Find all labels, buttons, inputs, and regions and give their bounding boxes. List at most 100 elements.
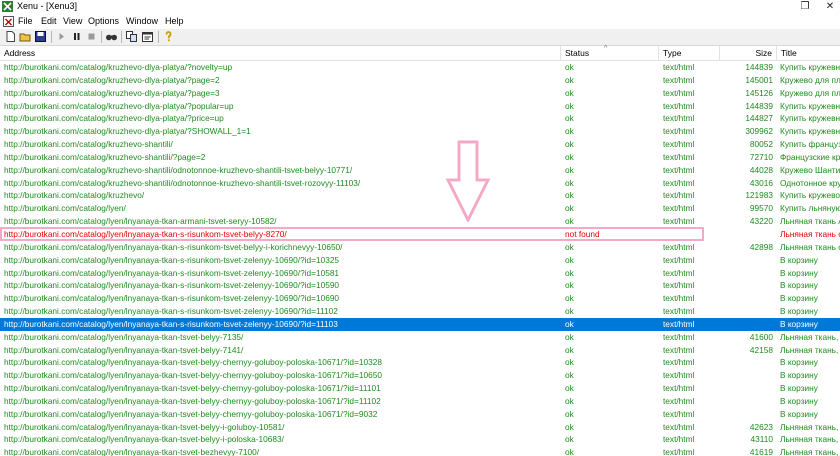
row-type: text/html <box>663 447 695 456</box>
play-icon[interactable] <box>55 30 68 43</box>
row-size: 121983 <box>745 190 773 201</box>
menu-help[interactable]: Help <box>165 14 184 29</box>
stop-icon[interactable] <box>85 30 98 43</box>
row-type: text/html <box>663 113 695 124</box>
table-row[interactable]: http://burotkani.com/catalog/kruzhevo-sh… <box>0 151 840 164</box>
table-row[interactable]: http://burotkani.com/catalog/lyen/lnyana… <box>0 369 840 382</box>
column-size[interactable]: Size <box>720 46 776 61</box>
row-title: Льняная ткань с <box>780 241 840 252</box>
table-row[interactable]: http://burotkani.com/catalog/kruzhevo-sh… <box>0 177 840 190</box>
table-row[interactable]: http://burotkani.com/catalog/kruzhevo-dl… <box>0 61 840 74</box>
table-row[interactable]: http://burotkani.com/catalog/lyen/ok text… <box>0 202 840 215</box>
row-size: 145126 <box>745 87 773 98</box>
table-row[interactable]: http://burotkani.com/catalog/lyen/lnyana… <box>0 408 840 421</box>
row-status: ok <box>565 254 574 265</box>
results-list[interactable]: http://burotkani.com/catalog/kruzhevo-dl… <box>0 61 840 456</box>
row-title: Льняная ткань А <box>780 216 840 227</box>
row-size: 144839 <box>745 100 773 111</box>
row-status: ok <box>565 344 574 355</box>
title-bar: Xenu - [Xenu3] ❐ ✕ <box>0 0 840 14</box>
row-title: Льняная ткань, ц <box>780 421 840 432</box>
table-row[interactable]: http://burotkani.com/catalog/lyen/lnyana… <box>0 446 840 456</box>
column-address[interactable]: Address <box>0 46 560 61</box>
table-row[interactable]: http://burotkani.com/catalog/lyen/lnyana… <box>0 254 840 267</box>
table-row[interactable]: http://burotkani.com/catalog/lyen/lnyana… <box>0 421 840 434</box>
column-title[interactable]: Title <box>777 46 840 61</box>
down-arrow-icon <box>446 140 490 222</box>
pause-icon[interactable] <box>70 30 83 43</box>
row-status: ok <box>565 331 574 342</box>
row-status: ok <box>565 100 574 111</box>
row-title: В корзину <box>780 318 818 329</box>
row-status: ok <box>565 126 574 137</box>
new-icon[interactable] <box>4 30 17 43</box>
row-type: text/html <box>663 370 695 381</box>
row-address: http://burotkani.com/catalog/lyen/lnyana… <box>4 331 244 342</box>
row-title: В корзину <box>780 280 818 291</box>
close-button[interactable]: ✕ <box>815 0 840 14</box>
row-title: Льняная ткань, ц <box>780 447 840 456</box>
table-row[interactable]: http://burotkani.com/catalog/lyen/lnyana… <box>0 395 840 408</box>
row-type: text/html <box>663 306 695 317</box>
copy-icon[interactable] <box>125 30 138 43</box>
table-row[interactable]: http://burotkani.com/catalog/kruzhevo-sh… <box>0 138 840 151</box>
row-title: Купить француз <box>780 139 840 150</box>
find-icon[interactable] <box>105 30 118 43</box>
document-menu-icon[interactable] <box>3 16 14 27</box>
row-status: ok <box>565 113 574 124</box>
row-address: http://burotkani.com/catalog/lyen/lnyana… <box>4 344 244 355</box>
table-row[interactable]: http://burotkani.com/catalog/kruzhevo-dl… <box>0 100 840 113</box>
row-type: text/html <box>663 177 695 188</box>
table-row[interactable]: http://burotkani.com/catalog/lyen/lnyana… <box>0 331 840 344</box>
table-row[interactable]: http://burotkani.com/catalog/lyen/lnyana… <box>0 356 840 369</box>
table-row[interactable]: http://burotkani.com/catalog/kruzhevo/ok… <box>0 189 840 202</box>
table-row[interactable]: http://burotkani.com/catalog/lyen/lnyana… <box>0 241 840 254</box>
row-title: В корзину <box>780 357 818 368</box>
table-row[interactable]: http://burotkani.com/catalog/kruzhevo-dl… <box>0 112 840 125</box>
table-row[interactable]: http://burotkani.com/catalog/lyen/lnyana… <box>0 344 840 357</box>
table-row[interactable]: http://burotkani.com/catalog/lyen/lnyana… <box>0 292 840 305</box>
menu-file[interactable]: File <box>18 14 33 29</box>
row-type: text/html <box>663 408 695 419</box>
table-row[interactable]: http://burotkani.com/catalog/lyen/lnyana… <box>0 305 840 318</box>
properties-icon[interactable] <box>141 30 154 43</box>
column-status[interactable]: Status <box>561 46 658 61</box>
table-row[interactable]: http://burotkani.com/catalog/lyen/lnyana… <box>0 267 840 280</box>
row-status: ok <box>565 241 574 252</box>
menu-window[interactable]: Window <box>126 14 158 29</box>
row-title: Купить кружевн <box>780 113 840 124</box>
open-icon[interactable] <box>19 30 32 43</box>
row-type: text/html <box>663 87 695 98</box>
row-title: Купить кружевн <box>780 100 840 111</box>
menu-view[interactable]: View <box>63 14 82 29</box>
save-icon[interactable] <box>34 30 47 43</box>
xenu-app-icon[interactable] <box>2 1 13 12</box>
table-row[interactable]: http://burotkani.com/catalog/kruzhevo-dl… <box>0 74 840 87</box>
menu-edit[interactable]: Edit <box>41 14 57 29</box>
row-size: 43110 <box>750 434 773 445</box>
menu-options[interactable]: Options <box>88 14 119 29</box>
row-address: http://burotkani.com/catalog/lyen/lnyana… <box>4 241 343 252</box>
row-address: http://burotkani.com/catalog/lyen/lnyana… <box>4 357 382 368</box>
table-row[interactable]: http://burotkani.com/catalog/kruzhevo-dl… <box>0 87 840 100</box>
table-row[interactable]: http://burotkani.com/catalog/lyen/lnyana… <box>0 317 840 331</box>
table-row[interactable]: http://burotkani.com/catalog/lyen/lnyana… <box>0 279 840 292</box>
table-row[interactable]: http://burotkani.com/catalog/kruzhevo-sh… <box>0 164 840 177</box>
row-title: В корзину <box>780 370 818 381</box>
row-size: 42898 <box>749 241 773 252</box>
table-row[interactable]: http://burotkani.com/catalog/lyen/lnyana… <box>0 382 840 395</box>
row-title: В корзину <box>780 267 818 278</box>
row-status: ok <box>565 87 574 98</box>
row-address: http://burotkani.com/catalog/lyen/lnyana… <box>4 280 340 291</box>
row-address: http://burotkani.com/catalog/kruzhevo-dl… <box>4 74 220 85</box>
row-title: Льняная ткань, ц <box>780 344 840 355</box>
column-type[interactable]: Type <box>659 46 719 61</box>
row-status: ok <box>565 267 574 278</box>
row-address: http://burotkani.com/catalog/lyen/lnyana… <box>4 421 285 432</box>
table-row[interactable]: http://burotkani.com/catalog/kruzhevo-dl… <box>0 125 840 138</box>
row-title: В корзину <box>780 395 818 406</box>
help-icon[interactable] <box>162 30 175 43</box>
row-status: ok <box>565 280 574 291</box>
table-row[interactable]: http://burotkani.com/catalog/lyen/lnyana… <box>0 433 840 446</box>
row-size: 42623 <box>749 421 773 432</box>
